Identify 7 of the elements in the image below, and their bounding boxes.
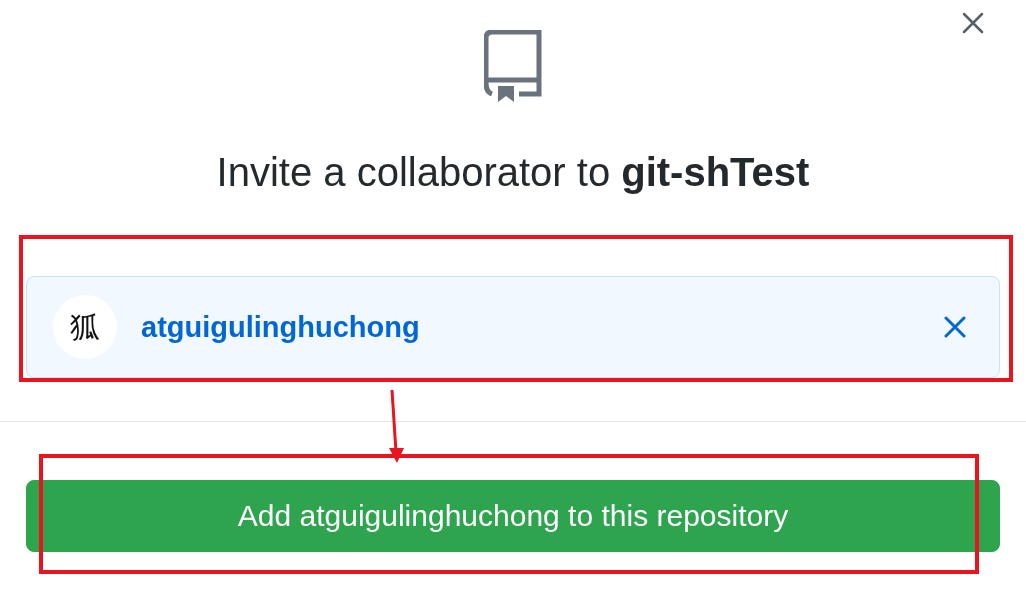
dialog-title: Invite a collaborator to git-shTest (216, 149, 810, 196)
user-avatar: 狐 (53, 295, 117, 359)
book-icon (484, 30, 542, 102)
username: atguigulinghuchong (141, 310, 421, 344)
close-icon (944, 316, 966, 338)
close-icon (962, 12, 984, 34)
add-collaborator-button[interactable]: Add atguigulinghuchong to this repository (26, 480, 1000, 552)
